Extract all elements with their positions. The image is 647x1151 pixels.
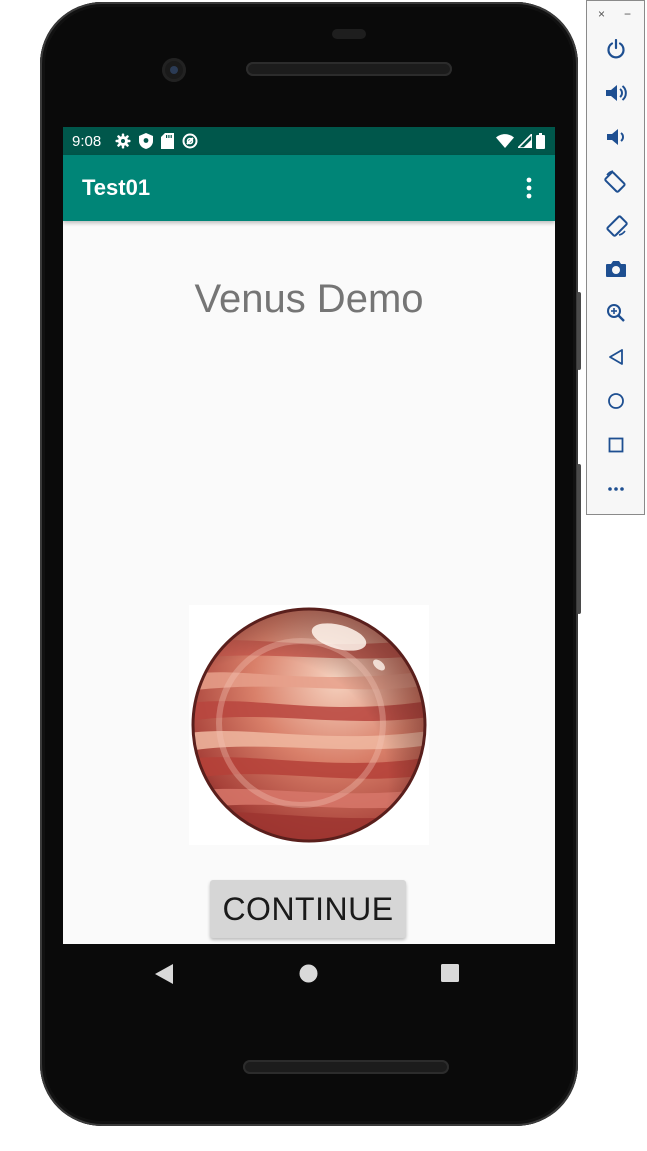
nav-back-button[interactable] xyxy=(155,964,173,989)
home-icon xyxy=(299,964,318,983)
shield-icon xyxy=(139,133,154,149)
signal-icon xyxy=(518,134,532,148)
more-icon xyxy=(608,487,624,491)
screenshot-button[interactable] xyxy=(603,256,629,282)
power-button[interactable] xyxy=(603,36,629,62)
rotate-left-button[interactable] xyxy=(603,168,629,194)
navigation-bar xyxy=(63,944,555,1002)
emulator-overview-button[interactable] xyxy=(603,432,629,458)
top-sensor xyxy=(332,29,366,39)
settings-icon xyxy=(115,133,131,149)
front-camera xyxy=(162,58,186,82)
volume-down-icon xyxy=(607,129,624,145)
app-bar: Test01 xyxy=(63,155,555,221)
rotate-right-button[interactable] xyxy=(603,212,629,238)
recents-icon xyxy=(441,964,459,982)
volume-up-icon xyxy=(606,85,627,101)
zoom-button[interactable] xyxy=(603,300,629,326)
earpiece-speaker xyxy=(246,62,452,76)
status-bar: 9:08 xyxy=(63,127,555,155)
app-title: Test01 xyxy=(82,175,151,200)
overflow-menu-button[interactable] xyxy=(517,170,541,206)
emulator-toolbar: × − xyxy=(586,0,645,515)
planet-drawing xyxy=(191,607,427,843)
home-icon xyxy=(608,393,624,409)
sync-icon xyxy=(182,133,198,149)
emulator-back-button[interactable] xyxy=(603,344,629,370)
back-icon xyxy=(609,349,623,365)
back-icon xyxy=(155,964,173,984)
wifi-icon xyxy=(496,134,514,148)
nav-home-button[interactable] xyxy=(299,964,318,988)
camera-icon xyxy=(606,261,626,277)
sd-card-icon xyxy=(161,133,175,149)
overview-icon xyxy=(608,437,624,453)
phone-power-button xyxy=(577,464,581,614)
nav-recents-button[interactable] xyxy=(441,964,459,987)
emulator-minimize-button[interactable]: − xyxy=(624,7,631,21)
zoom-icon xyxy=(607,304,625,322)
phone-volume-button xyxy=(577,292,581,370)
device-screen: 9:08 Test01 Venus Demo CONTINUE xyxy=(63,127,555,944)
venus-planet-image xyxy=(189,605,429,845)
emulator-home-button[interactable] xyxy=(603,388,629,414)
status-time: 9:08 xyxy=(72,132,102,150)
volume-up-button[interactable] xyxy=(603,80,629,106)
power-icon xyxy=(607,39,625,59)
continue-button[interactable]: CONTINUE xyxy=(210,880,406,938)
battery-icon xyxy=(536,133,545,149)
volume-down-button[interactable] xyxy=(603,124,629,150)
bottom-speaker xyxy=(243,1060,449,1074)
rotate-right-icon xyxy=(606,215,628,237)
more-vert-icon xyxy=(526,177,532,199)
page-title: Venus Demo xyxy=(194,277,424,321)
emulator-more-button[interactable] xyxy=(603,476,629,502)
rotate-left-icon xyxy=(604,170,626,193)
emulator-close-button[interactable]: × xyxy=(598,7,605,21)
